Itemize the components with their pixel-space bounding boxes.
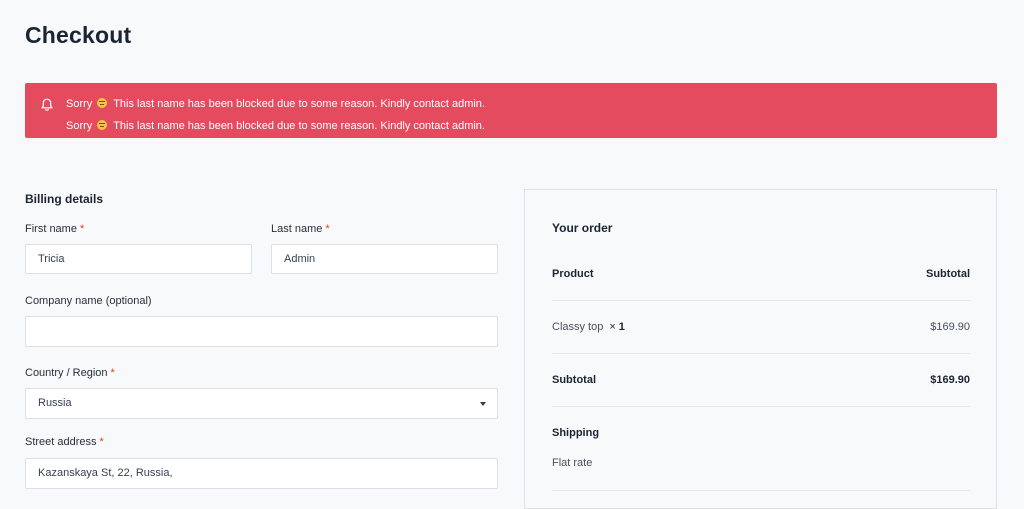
weary-face-icon bbox=[97, 120, 108, 130]
required-mark: * bbox=[99, 436, 104, 448]
first-name-label-text: First name bbox=[25, 223, 77, 235]
first-name-label: First name * bbox=[25, 223, 84, 235]
subtotal-label: Subtotal bbox=[552, 374, 596, 386]
divider bbox=[552, 353, 970, 354]
notice-text: This last name has been blocked due to s… bbox=[113, 120, 485, 132]
country-value: Russia bbox=[38, 397, 72, 409]
page-title: Checkout bbox=[25, 22, 132, 48]
required-mark: * bbox=[79, 223, 85, 235]
last-name-label: Last name * bbox=[271, 223, 330, 235]
street-address-input[interactable]: Kazanskaya St, 22, Russia, bbox=[25, 458, 498, 489]
notice-prefix: Sorry bbox=[66, 120, 93, 132]
divider bbox=[552, 406, 970, 407]
order-item: Classy top × 1 bbox=[552, 321, 625, 333]
last-name-input[interactable]: Admin bbox=[271, 244, 498, 274]
street-address-value: Kazanskaya St, 22, Russia, bbox=[38, 467, 173, 479]
billing-details-title: Billing details bbox=[25, 192, 104, 206]
country-label: Country / Region * bbox=[25, 367, 115, 379]
subtotal-value: $169.90 bbox=[930, 374, 970, 386]
divider bbox=[552, 300, 970, 301]
street-address-label: Street address * bbox=[25, 436, 104, 448]
notice-text: This last name has been blocked due to s… bbox=[113, 98, 485, 110]
required-mark: * bbox=[325, 223, 330, 235]
shipping-label: Shipping bbox=[552, 427, 600, 439]
company-name-label: Company name (optional) bbox=[25, 295, 152, 307]
country-select[interactable]: Russia bbox=[25, 388, 498, 419]
item-name: Classy top bbox=[552, 321, 604, 333]
last-name-label-text: Last name bbox=[271, 223, 323, 235]
first-name-input[interactable]: Tricia bbox=[25, 244, 252, 274]
notice-message: Sorry This last name has been blocked du… bbox=[66, 115, 485, 137]
required-mark: * bbox=[110, 367, 115, 379]
company-name-input[interactable] bbox=[25, 316, 498, 347]
quantity-symbol: × bbox=[609, 321, 616, 333]
order-title: Your order bbox=[552, 221, 613, 235]
subtotal-column-header: Subtotal bbox=[926, 268, 970, 280]
order-review: Your order Product Subtotal Classy top × 1… bbox=[524, 189, 997, 509]
shipping-method[interactable]: Flat rate bbox=[552, 457, 592, 469]
divider bbox=[552, 490, 970, 491]
chevron-down-icon bbox=[480, 402, 486, 406]
country-label-text: Country / Region bbox=[25, 367, 108, 379]
product-column-header: Product bbox=[552, 268, 594, 280]
first-name-value: Tricia bbox=[38, 253, 65, 265]
weary-face-icon bbox=[97, 98, 108, 108]
notice-message: Sorry This last name has been blocked du… bbox=[66, 93, 485, 115]
notice-prefix: Sorry bbox=[66, 98, 93, 110]
bell-icon bbox=[41, 98, 53, 111]
street-address-label-text: Street address bbox=[25, 436, 97, 448]
item-quantity: 1 bbox=[618, 321, 625, 333]
item-price: $169.90 bbox=[930, 321, 970, 333]
error-notice: Sorry This last name has been blocked du… bbox=[25, 83, 997, 138]
notice-messages: Sorry This last name has been blocked du… bbox=[66, 93, 485, 137]
last-name-value: Admin bbox=[284, 253, 316, 265]
